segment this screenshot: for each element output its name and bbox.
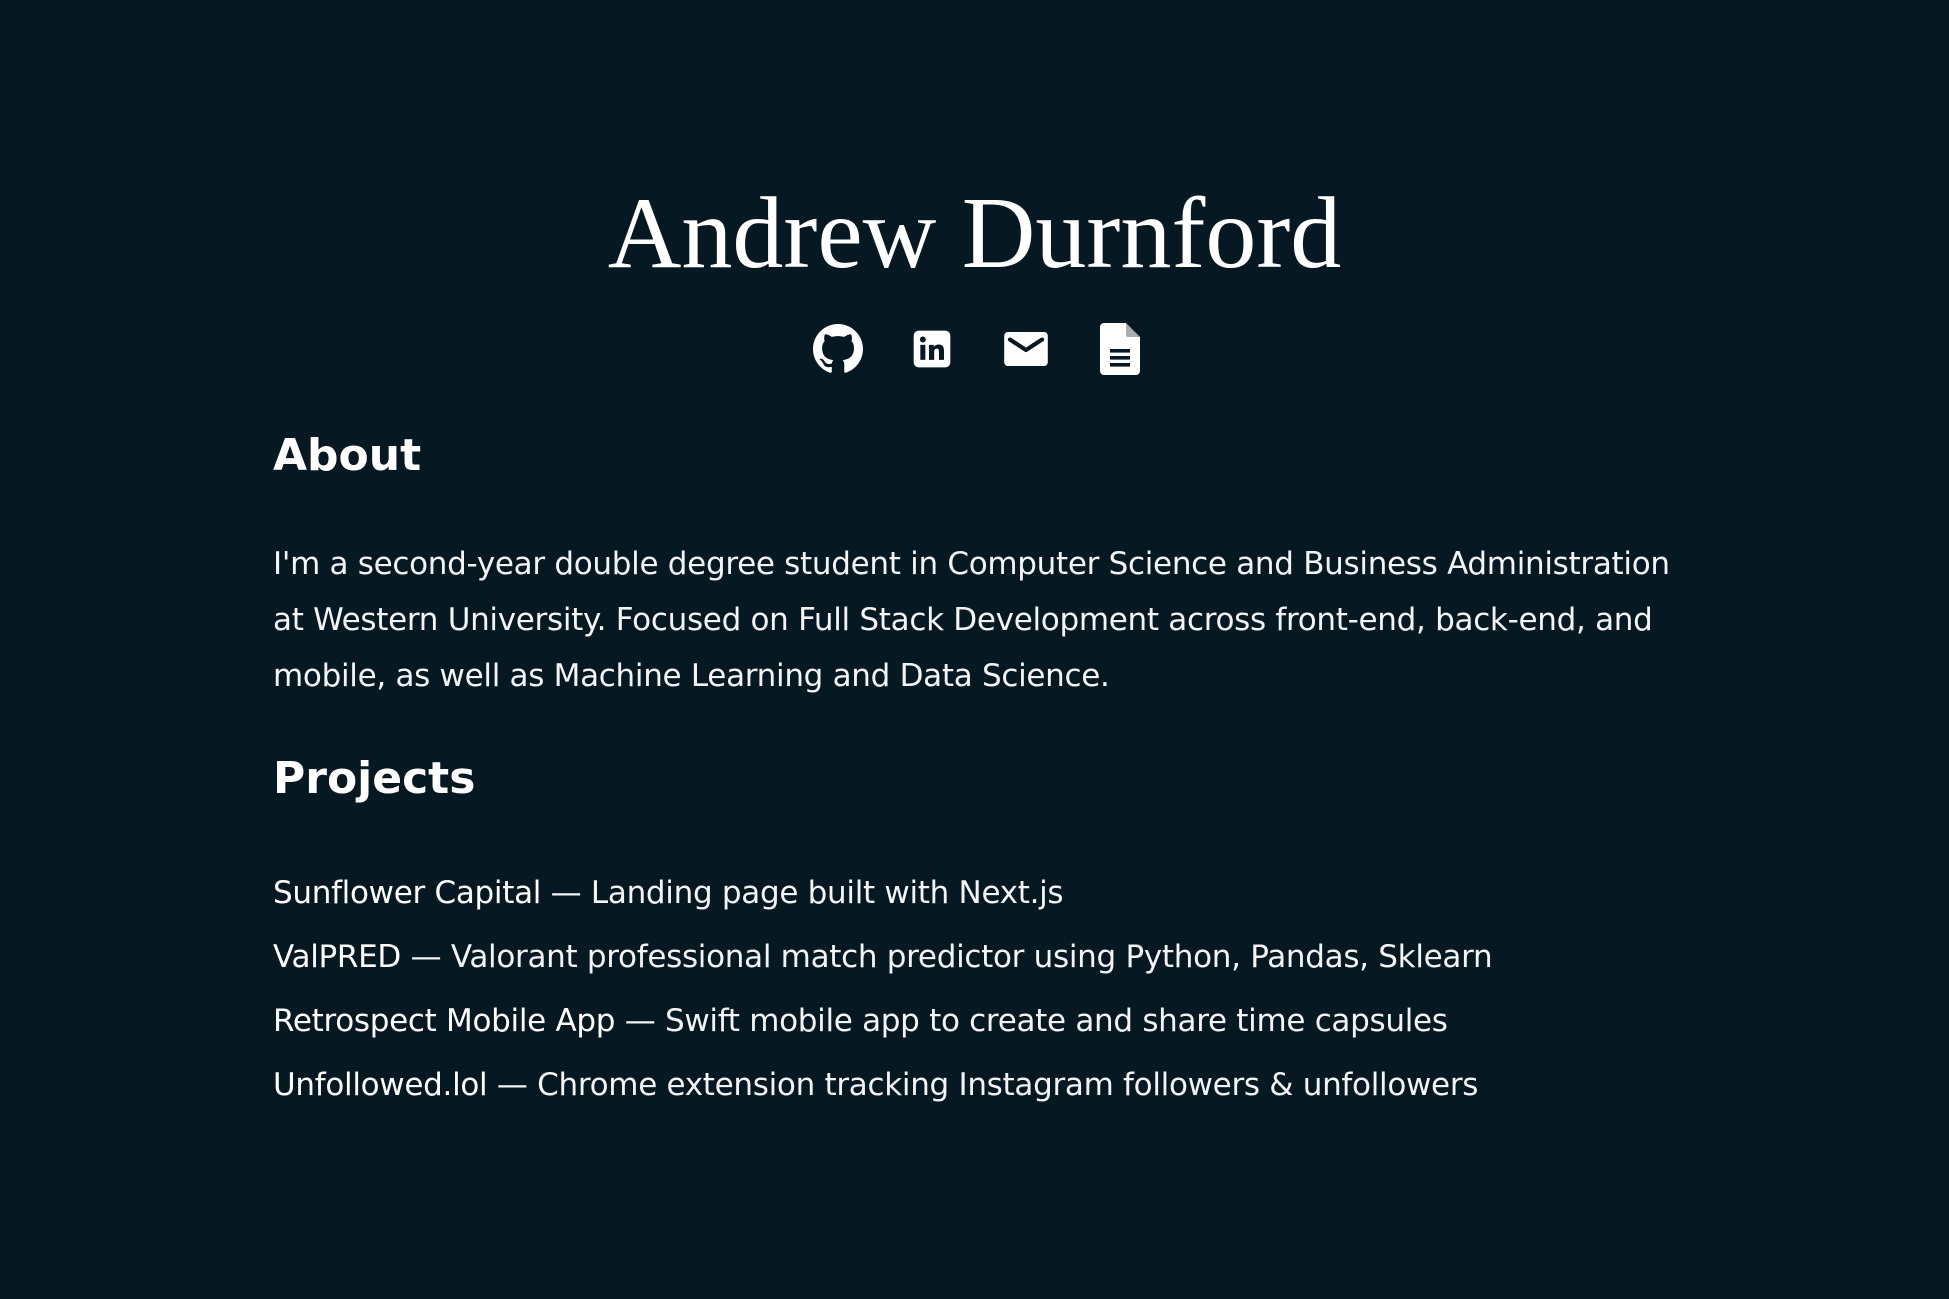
project-link[interactable]: ValPRED — [273, 939, 401, 975]
project-separator: — — [615, 1003, 665, 1039]
list-item: ValPRED — Valorant professional match pr… — [273, 933, 1493, 997]
list-item: Sunflower Capital — Landing page built w… — [273, 869, 1492, 933]
email-link[interactable] — [1002, 322, 1050, 376]
project-separator: — — [487, 1067, 538, 1103]
projects-list: Sunflower Capital — Landing page built w… — [273, 869, 1493, 1125]
list-item: Retrospect Mobile App — Swift mobile app… — [273, 997, 1492, 1061]
project-separator: — — [541, 875, 591, 911]
document-icon — [1099, 323, 1140, 375]
project-description: Swift mobile app to create and share tim… — [664, 1003, 1448, 1039]
project-link[interactable]: Unfollowed.lol — [273, 1067, 488, 1103]
project-description: Landing page built with Next.js — [590, 875, 1064, 911]
project-link[interactable]: Retrospect Mobile App — [273, 1003, 615, 1039]
list-item: Unfollowed.lol — Chrome extension tracki… — [273, 1061, 1492, 1125]
linkedin-icon — [912, 329, 952, 369]
project-description: Valorant professional match predictor us… — [450, 939, 1493, 975]
about-heading: About — [273, 430, 422, 481]
github-icon — [812, 324, 863, 374]
portfolio-page: Andrew Durnford About I'm a second-year … — [0, 0, 1949, 1299]
about-paragraph: I'm a second-year double degree student … — [273, 546, 1670, 694]
project-link[interactable]: Sunflower Capital — [273, 875, 541, 911]
resume-link[interactable] — [1096, 322, 1144, 376]
projects-heading: Projects — [273, 753, 476, 804]
linkedin-link[interactable] — [908, 322, 956, 376]
mail-icon — [1003, 331, 1049, 367]
project-description: Chrome extension tracking Instagram foll… — [537, 1067, 1479, 1103]
project-separator: — — [401, 939, 451, 975]
social-links — [0, 322, 1949, 376]
github-link[interactable] — [812, 322, 863, 376]
page-title: Andrew Durnford — [607, 177, 1342, 290]
